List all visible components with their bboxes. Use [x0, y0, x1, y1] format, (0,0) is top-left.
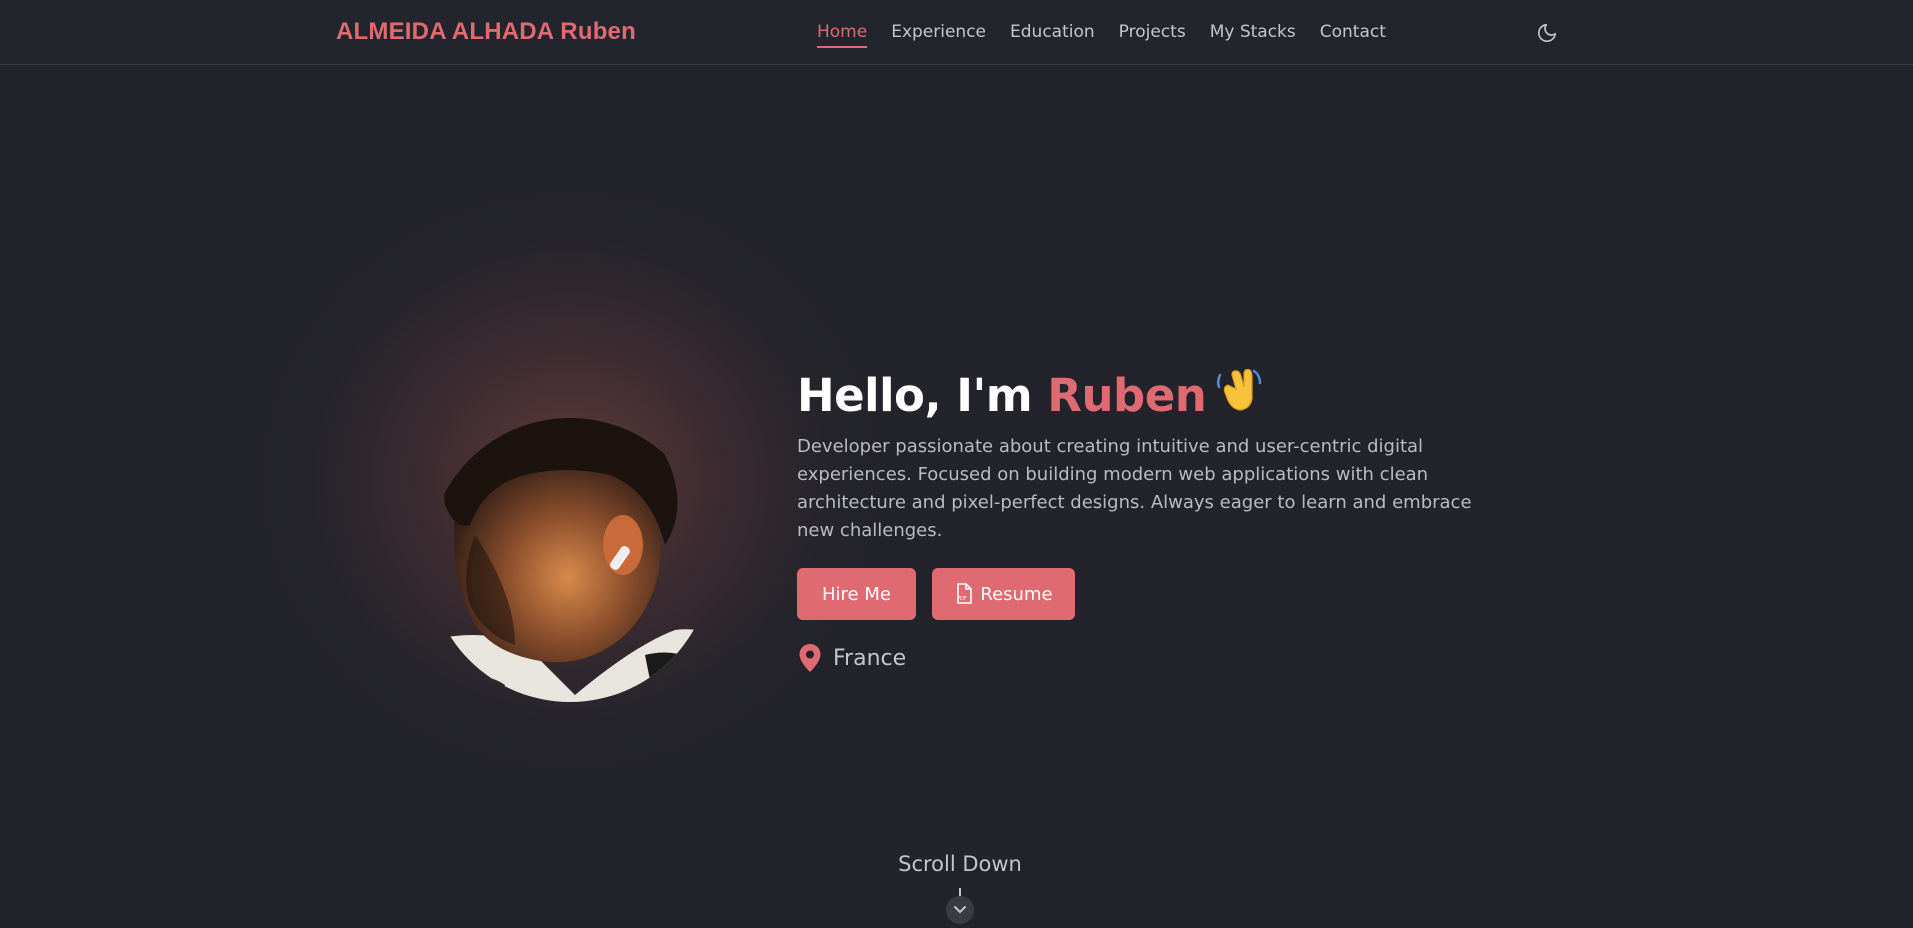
- hero-name: Ruben: [1047, 369, 1207, 422]
- greeting-prefix: Hello, I'm: [797, 369, 1048, 422]
- top-navbar: ALMEIDA ALHADA Ruben Home Experience Edu…: [0, 0, 1913, 65]
- location-text: France: [833, 645, 907, 671]
- waving-hand-icon: [1214, 365, 1264, 426]
- hero-greeting: Hello, I'm Ruben: [797, 365, 1264, 426]
- theme-toggle-button[interactable]: [1536, 22, 1558, 44]
- nav-home[interactable]: Home: [817, 22, 868, 48]
- resume-button[interactable]: PDF Resume: [932, 568, 1075, 620]
- hire-me-label: Hire Me: [822, 583, 891, 605]
- moon-icon: [1537, 23, 1557, 43]
- map-pin-icon: [799, 644, 821, 672]
- nav-my-stacks[interactable]: My Stacks: [1210, 22, 1296, 48]
- nav-projects[interactable]: Projects: [1119, 22, 1186, 48]
- hire-me-button[interactable]: Hire Me: [797, 568, 916, 620]
- scroll-down-link[interactable]: Scroll Down: [897, 852, 1023, 876]
- pdf-file-icon: PDF: [957, 583, 973, 604]
- nav-experience[interactable]: Experience: [891, 22, 986, 48]
- hero-bio: Developer passionate about creating intu…: [797, 436, 1472, 541]
- profile-photo: [428, 418, 712, 702]
- scroll-down-button[interactable]: [946, 896, 974, 924]
- location: France: [797, 643, 906, 673]
- resume-label: Resume: [980, 583, 1053, 605]
- nav-contact[interactable]: Contact: [1320, 22, 1386, 48]
- site-brand[interactable]: ALMEIDA ALHADA Ruben: [336, 18, 636, 46]
- nav-education[interactable]: Education: [1010, 22, 1095, 48]
- main-nav: Home Experience Education Projects My St…: [817, 22, 1386, 48]
- chevron-down-icon: [954, 906, 966, 913]
- svg-text:PDF: PDF: [957, 596, 967, 602]
